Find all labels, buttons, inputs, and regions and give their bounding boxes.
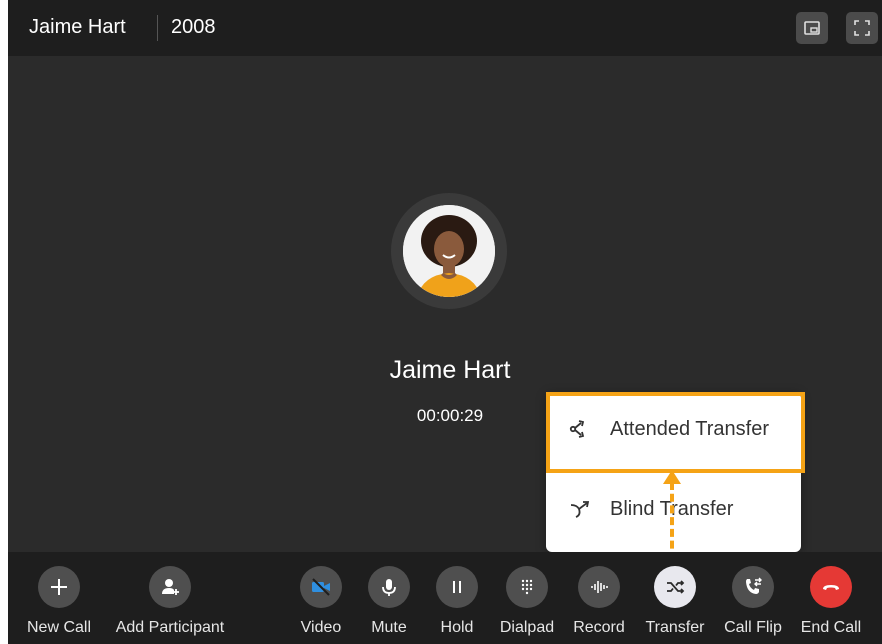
microphone-icon	[382, 579, 396, 596]
end-call-circle	[810, 566, 852, 608]
video-label: Video	[300, 619, 342, 636]
call-window: Jaime Hart 2008 Jaime Hart 00:00:29 Atte…	[8, 0, 882, 644]
dialpad-icon	[521, 579, 533, 595]
header-divider	[157, 15, 158, 41]
waveform-icon	[591, 581, 608, 593]
new-call-circle	[38, 566, 80, 608]
record-circle	[578, 566, 620, 608]
picture-in-picture-icon	[804, 21, 820, 35]
transfer-circle	[654, 566, 696, 608]
call-flip-icon	[746, 577, 762, 594]
attended-transfer-icon	[566, 415, 594, 443]
transfer-label: Transfer	[645, 619, 705, 636]
hold-button[interactable]: Hold	[432, 566, 482, 637]
mute-circle	[368, 566, 410, 608]
mute-button[interactable]: Mute	[364, 566, 414, 637]
add-participant-label: Add Participant	[115, 619, 225, 636]
header-extension: 2008	[171, 16, 216, 38]
header-caller-name: Jaime Hart	[29, 16, 126, 38]
hold-circle	[436, 566, 478, 608]
end-call-label: End Call	[800, 619, 862, 636]
end-call-button[interactable]: End Call	[796, 566, 866, 637]
call-flip-button[interactable]: Call Flip	[718, 566, 788, 637]
call-controls-bar: New Call Add Participant Video Mute Hold…	[8, 552, 882, 644]
mute-label: Mute	[371, 619, 407, 636]
add-participant-button[interactable]: Add Participant	[106, 566, 234, 637]
contact-photo-icon	[403, 205, 495, 297]
record-label: Record	[573, 619, 625, 636]
new-call-button[interactable]: New Call	[22, 566, 96, 637]
attended-transfer-label: Attended Transfer	[610, 417, 769, 440]
record-button[interactable]: Record	[568, 566, 630, 637]
transfer-button[interactable]: Transfer	[640, 566, 710, 637]
dialpad-label: Dialpad	[499, 619, 555, 636]
pause-icon	[453, 581, 461, 593]
attended-transfer-option[interactable]: Attended Transfer	[546, 392, 801, 466]
add-participant-circle	[149, 566, 191, 608]
avatar-ring	[391, 193, 507, 309]
video-off-icon	[312, 578, 330, 596]
plus-icon	[51, 579, 67, 595]
hold-label: Hold	[440, 619, 474, 636]
call-flip-label: Call Flip	[724, 619, 782, 636]
blind-transfer-icon	[566, 495, 594, 523]
dialpad-circle	[506, 566, 548, 608]
call-flip-circle	[732, 566, 774, 608]
fullscreen-icon	[854, 20, 870, 36]
call-header: Jaime Hart 2008	[8, 0, 882, 56]
avatar	[403, 205, 495, 297]
contact-name: Jaime Hart	[389, 356, 511, 384]
video-button[interactable]: Video	[296, 566, 346, 637]
video-circle	[300, 566, 342, 608]
dialpad-button[interactable]: Dialpad	[492, 566, 562, 637]
shuffle-icon	[667, 580, 685, 594]
new-call-label: New Call	[26, 619, 91, 636]
picture-in-picture-button[interactable]	[796, 12, 828, 44]
fullscreen-button[interactable]	[846, 12, 878, 44]
hangup-icon	[823, 585, 839, 590]
add-participant-icon	[162, 579, 179, 595]
annotation-arrow-head	[663, 470, 681, 484]
